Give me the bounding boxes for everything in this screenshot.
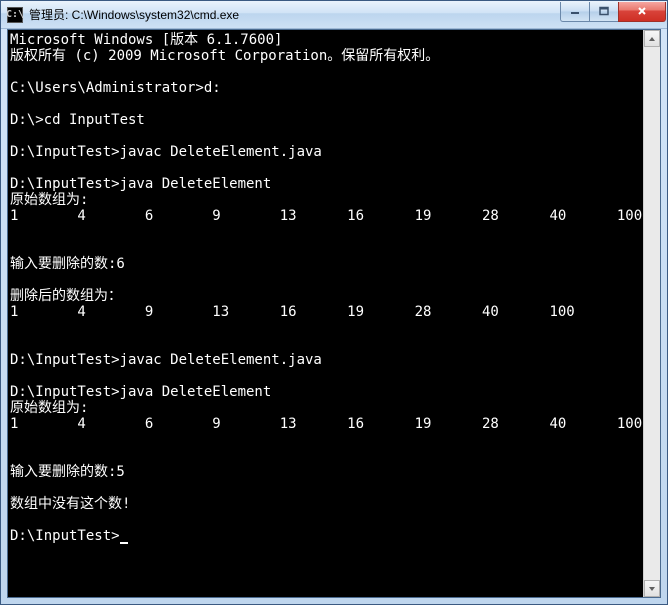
client-area: Microsoft Windows [版本 6.1.7600] 版权所有 (c)…: [7, 29, 661, 598]
terminal-line: 原始数组为:: [10, 192, 88, 208]
terminal-line: 数组中没有这个数!: [10, 496, 130, 512]
minimize-button[interactable]: [560, 2, 590, 22]
terminal-line: D:\InputTest>java DeleteElement: [10, 176, 271, 192]
vertical-scrollbar[interactable]: [643, 30, 660, 597]
terminal-line: 1 4 9 13 16 19 28 40 100: [10, 304, 575, 320]
cmd-window: C:\ 管理员: C:\Windows\system32\cmd.exe Mic…: [0, 0, 668, 605]
window-title: 管理员: C:\Windows\system32\cmd.exe: [29, 6, 561, 23]
terminal-line: D:\InputTest>javac DeleteElement.java: [10, 352, 322, 368]
terminal-output[interactable]: Microsoft Windows [版本 6.1.7600] 版权所有 (c)…: [8, 30, 660, 544]
terminal-line: Microsoft Windows [版本 6.1.7600]: [10, 32, 282, 48]
terminal-line: 版权所有 (c) 2009 Microsoft Corporation。保留所有…: [10, 48, 439, 64]
scroll-track[interactable]: [644, 47, 660, 580]
terminal-line: D:\>cd InputTest: [10, 112, 145, 128]
terminal-line: 输入要删除的数:5: [10, 464, 125, 480]
terminal-line: 删除后的数组为：: [10, 288, 122, 304]
terminal-line: D:\InputTest>java DeleteElement: [10, 384, 271, 400]
maximize-button[interactable]: [589, 2, 619, 22]
terminal-line: 1 4 6 9 13 16 19 28 40 100: [10, 208, 642, 224]
app-icon: C:\: [7, 7, 23, 23]
terminal-line: D:\InputTest>: [10, 528, 120, 544]
terminal-line: C:\Users\Administrator>d:: [10, 80, 221, 96]
scroll-up-button[interactable]: [644, 30, 660, 47]
window-controls: [561, 2, 666, 22]
terminal-line: D:\InputTest>javac DeleteElement.java: [10, 144, 322, 160]
scroll-down-button[interactable]: [644, 580, 660, 597]
terminal-line: 输入要删除的数:6: [10, 256, 125, 272]
close-button[interactable]: [618, 2, 666, 22]
terminal-line: 1 4 6 9 13 16 19 28 40 100: [10, 416, 642, 432]
cursor: [120, 530, 128, 544]
terminal-line: 原始数组为:: [10, 400, 88, 416]
titlebar[interactable]: C:\ 管理员: C:\Windows\system32\cmd.exe: [1, 1, 667, 29]
